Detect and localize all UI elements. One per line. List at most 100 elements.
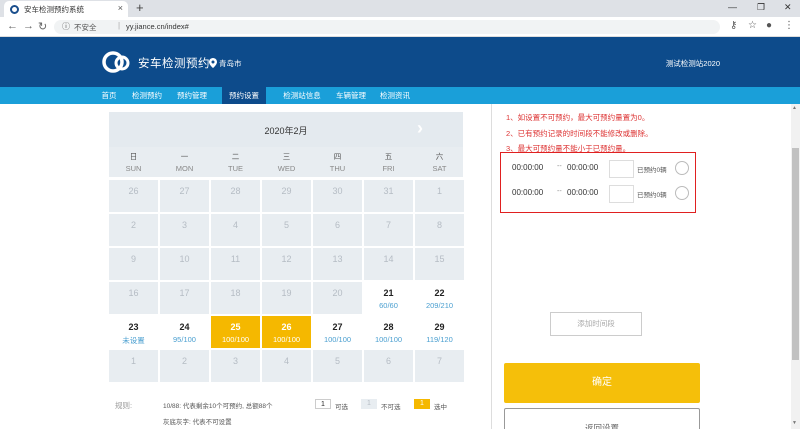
reload-icon[interactable]: ↻: [38, 20, 47, 33]
slot-radio[interactable]: [675, 161, 689, 175]
calendar-day: 8: [415, 214, 464, 246]
slot-start-time[interactable]: 00:00:00: [512, 188, 543, 197]
day-number: 29: [434, 322, 445, 332]
calendar-day: 31: [364, 180, 413, 212]
calendar-day: 1: [415, 180, 464, 212]
day-number: 5: [334, 356, 340, 366]
calendar-day[interactable]: 23 未设置: [109, 316, 158, 348]
slot-quantity-input[interactable]: [609, 160, 634, 178]
weekday-header: 一 MON: [160, 147, 209, 177]
day-number: 18: [230, 288, 241, 298]
calendar-day[interactable]: 28 100/100: [364, 316, 413, 348]
calendar-day[interactable]: 25 100/100: [211, 316, 260, 348]
tab-title: 安车检测预约系统: [24, 5, 84, 14]
legend: 规则: 10/88: 代表剩余10个可预约, 总额88个 灰底灰字: 代表不可设…: [115, 398, 475, 428]
nav-vehicle-manage[interactable]: 车辆管理: [331, 87, 371, 104]
calendar-day[interactable]: 21 60/60: [364, 282, 413, 314]
weekday-header: 六 SAT: [415, 147, 464, 177]
city-selector[interactable]: 青岛市: [219, 58, 242, 69]
url-input[interactable]: ⓘ 不安全 | yy.jiance.cn/index#: [54, 20, 720, 34]
legend-swatch-available: 1: [315, 399, 331, 409]
calendar-day[interactable]: 27 100/100: [313, 316, 362, 348]
weekday-en: TUE: [228, 164, 243, 173]
station-name[interactable]: 测试检测站2020: [666, 58, 720, 69]
site-header: 安车检测预约 青岛市 测试检测站2020: [0, 37, 800, 87]
day-quota: 60/60: [379, 301, 398, 310]
calendar-day: 7: [415, 350, 464, 382]
calendar-month-title: 2020年2月: [264, 126, 308, 136]
legend-selected-label: 选中: [434, 404, 447, 411]
weekday-header: 日 SUN: [109, 147, 158, 177]
weekday-en: WED: [277, 164, 296, 173]
calendar-day[interactable]: 22 209/210: [415, 282, 464, 314]
calendar-day[interactable]: 26 100/100: [262, 316, 311, 348]
confirm-button[interactable]: 确定: [504, 363, 700, 403]
info-icon[interactable]: ⓘ: [62, 21, 70, 32]
legend-swatch-selected: 1: [414, 399, 430, 409]
day-number: 17: [179, 288, 190, 298]
calendar-day: 13: [313, 248, 362, 280]
tab-close-icon[interactable]: ×: [118, 3, 123, 13]
page-scrollbar[interactable]: ▲ ▼: [791, 104, 800, 429]
day-number: 27: [332, 322, 343, 332]
weekday-header: 四 THU: [313, 147, 362, 177]
day-number: 7: [385, 220, 391, 230]
nav-home[interactable]: 首页: [95, 87, 123, 104]
maximize-icon[interactable]: ❐: [757, 2, 765, 13]
weekday-cn: 五: [384, 152, 393, 161]
calendar-day: 28: [211, 180, 260, 212]
weekday-cn: 四: [333, 152, 342, 161]
day-quota: 100/100: [272, 335, 301, 344]
calendar-day: 9: [109, 248, 158, 280]
bookmark-star-icon[interactable]: ☆: [748, 20, 757, 31]
day-quota: 100/100: [323, 335, 352, 344]
key-icon[interactable]: ⚷: [730, 20, 737, 31]
window-close-icon[interactable]: ✕: [784, 2, 792, 13]
minimize-icon[interactable]: —: [728, 2, 737, 12]
next-month-arrow-icon[interactable]: ›: [417, 118, 423, 139]
forward-arrow-icon[interactable]: →: [23, 20, 34, 32]
back-to-settings-button[interactable]: 返回设置: [504, 408, 700, 429]
site-favicon-icon: [10, 5, 19, 14]
browser-tab[interactable]: 安车检测预约系统 ×: [4, 1, 128, 17]
day-number: 11: [230, 254, 241, 264]
new-tab-icon[interactable]: +: [136, 0, 144, 15]
nav-news[interactable]: 检测资讯: [375, 87, 415, 104]
brand-name: 安车检测预约: [138, 58, 210, 70]
calendar-day: 5: [262, 214, 311, 246]
slot-end-time[interactable]: 00:00:00: [567, 188, 598, 197]
slot-start-time[interactable]: 00:00:00: [512, 163, 543, 172]
slot-radio[interactable]: [675, 186, 689, 200]
day-number: 29: [281, 186, 292, 196]
day-number: 19: [281, 288, 292, 298]
menu-dots-icon[interactable]: ⋮: [784, 20, 794, 31]
slot-end-time[interactable]: 00:00:00: [567, 163, 598, 172]
day-number: 4: [232, 220, 238, 230]
nav-booking-manage[interactable]: 预约管理: [172, 87, 212, 104]
day-number: 4: [283, 356, 289, 366]
day-number: 16: [128, 288, 139, 298]
scroll-up-icon[interactable]: ▲: [792, 105, 797, 111]
panel-divider: [491, 104, 492, 429]
slot-quantity-input[interactable]: [609, 185, 634, 203]
calendar-day: 27: [160, 180, 209, 212]
account-icon[interactable]: ●: [766, 20, 772, 31]
calendar-day[interactable]: 29 119/120: [415, 316, 464, 348]
weekday-en: MON: [175, 164, 194, 173]
weekday-en: SUN: [125, 164, 142, 173]
day-number: 13: [332, 254, 343, 264]
scroll-down-icon[interactable]: ▼: [792, 420, 797, 426]
calendar-day[interactable]: 24 95/100: [160, 316, 209, 348]
add-time-slot-button[interactable]: 添加时间段: [550, 312, 642, 336]
calendar-day: 18: [211, 282, 260, 314]
calendar-day: 11: [211, 248, 260, 280]
nav-booking[interactable]: 检测预约: [128, 87, 166, 104]
address-bar-row: ← → ↻ ⓘ 不安全 | yy.jiance.cn/index#: [0, 17, 800, 37]
calendar-day: 19: [262, 282, 311, 314]
calendar-day: 5: [313, 350, 362, 382]
nav-station-info[interactable]: 检测站信息: [279, 87, 325, 104]
calendar-day: 4: [262, 350, 311, 382]
back-arrow-icon[interactable]: ←: [7, 20, 18, 32]
nav-booking-settings[interactable]: 预约设置: [222, 87, 266, 104]
scrollbar-thumb[interactable]: [792, 148, 799, 360]
